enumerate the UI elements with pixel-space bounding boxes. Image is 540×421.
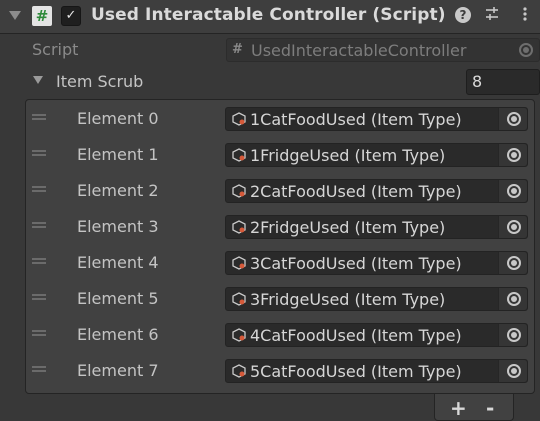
drag-handle-icon[interactable] — [32, 114, 46, 120]
component-header: # ✓ Used Interactable Controller (Script… — [0, 0, 540, 34]
script-field: # UsedInteractableController — [226, 38, 540, 62]
foldout-arrow-icon[interactable] — [9, 11, 21, 20]
presets-icon[interactable] — [482, 6, 502, 26]
object-picker-icon[interactable] — [498, 252, 527, 274]
element-object-field[interactable]: 1FridgeUsed (Item Type) — [225, 143, 528, 167]
element-label: Element 1 — [77, 145, 159, 164]
element-object-field[interactable]: 1CatFoodUsed (Item Type) — [225, 107, 528, 131]
element-label: Element 6 — [77, 325, 159, 344]
element-label: Element 3 — [77, 217, 159, 236]
list-item: Element 2 2CatFoodUsed (Item Type) — [26, 175, 534, 211]
element-label: Element 2 — [77, 181, 159, 200]
element-object-field[interactable]: 2FridgeUsed (Item Type) — [225, 215, 528, 239]
element-value: 1FridgeUsed (Item Type) — [250, 146, 446, 165]
element-value: 3CatFoodUsed (Item Type) — [250, 254, 462, 273]
add-element-button[interactable]: + — [450, 396, 467, 420]
scriptable-object-icon — [232, 148, 246, 162]
script-label: Script — [32, 40, 79, 59]
element-label: Element 7 — [77, 361, 159, 380]
list-item: Element 5 3FridgeUsed (Item Type) — [26, 283, 534, 319]
object-picker-icon[interactable] — [498, 216, 527, 238]
element-object-field[interactable]: 3FridgeUsed (Item Type) — [225, 287, 528, 311]
scriptable-object-icon — [232, 256, 246, 270]
foldout-expanded-icon[interactable] — [32, 75, 44, 85]
list-item: Element 1 1FridgeUsed (Item Type) — [26, 139, 534, 175]
object-picker-icon[interactable] — [498, 144, 527, 166]
drag-handle-icon[interactable] — [32, 222, 46, 228]
item-scrub-size-input[interactable]: 8 — [466, 69, 540, 95]
list-footer: + - — [434, 394, 514, 421]
element-label: Element 5 — [77, 289, 159, 308]
object-picker-icon[interactable] — [498, 324, 527, 346]
element-value: 2CatFoodUsed (Item Type) — [250, 182, 462, 201]
element-object-field[interactable]: 5CatFoodUsed (Item Type) — [225, 359, 528, 383]
element-value: 4CatFoodUsed (Item Type) — [250, 326, 462, 345]
help-icon[interactable]: ? — [455, 7, 471, 23]
script-hash-icon: # — [232, 42, 243, 57]
more-options-icon[interactable] — [515, 6, 535, 26]
element-value: 1CatFoodUsed (Item Type) — [250, 110, 462, 129]
list-item: Element 7 5CatFoodUsed (Item Type) — [26, 355, 534, 391]
list-item: Element 3 2FridgeUsed (Item Type) — [26, 211, 534, 247]
element-value: 3FridgeUsed (Item Type) — [250, 290, 446, 309]
scriptable-object-icon — [232, 292, 246, 306]
object-picker-icon[interactable] — [498, 180, 527, 202]
component-title: Used Interactable Controller (Script) — [91, 5, 446, 25]
enabled-checkbox[interactable]: ✓ — [61, 6, 81, 26]
scriptable-object-icon — [232, 112, 246, 126]
drag-handle-icon[interactable] — [32, 186, 46, 192]
list-item: Element 0 1CatFoodUsed (Item Type) — [26, 103, 534, 139]
remove-element-button[interactable]: - — [486, 396, 494, 420]
list-item: Element 6 4CatFoodUsed (Item Type) — [26, 319, 534, 355]
item-scrub-label: Item Scrub — [56, 72, 144, 91]
drag-handle-icon[interactable] — [32, 366, 46, 372]
scriptable-object-icon — [232, 364, 246, 378]
object-picker-icon[interactable] — [498, 108, 527, 130]
list-item: Element 4 3CatFoodUsed (Item Type) — [26, 247, 534, 283]
element-object-field[interactable]: 3CatFoodUsed (Item Type) — [225, 251, 528, 275]
scriptable-object-icon — [232, 220, 246, 234]
script-picker-icon — [510, 39, 539, 61]
object-picker-icon[interactable] — [498, 288, 527, 310]
element-value: 2FridgeUsed (Item Type) — [250, 218, 446, 237]
element-label: Element 0 — [77, 109, 159, 128]
drag-handle-icon[interactable] — [32, 258, 46, 264]
element-object-field[interactable]: 4CatFoodUsed (Item Type) — [225, 323, 528, 347]
script-icon: # — [32, 6, 52, 26]
script-field-value: UsedInteractableController — [251, 41, 467, 60]
scriptable-object-icon — [232, 328, 246, 342]
element-value: 5CatFoodUsed (Item Type) — [250, 362, 462, 381]
scriptable-object-icon — [232, 184, 246, 198]
element-label: Element 4 — [77, 253, 159, 272]
drag-handle-icon[interactable] — [32, 330, 46, 336]
drag-handle-icon[interactable] — [32, 294, 46, 300]
object-picker-icon[interactable] — [498, 360, 527, 382]
element-object-field[interactable]: 2CatFoodUsed (Item Type) — [225, 179, 528, 203]
drag-handle-icon[interactable] — [32, 150, 46, 156]
